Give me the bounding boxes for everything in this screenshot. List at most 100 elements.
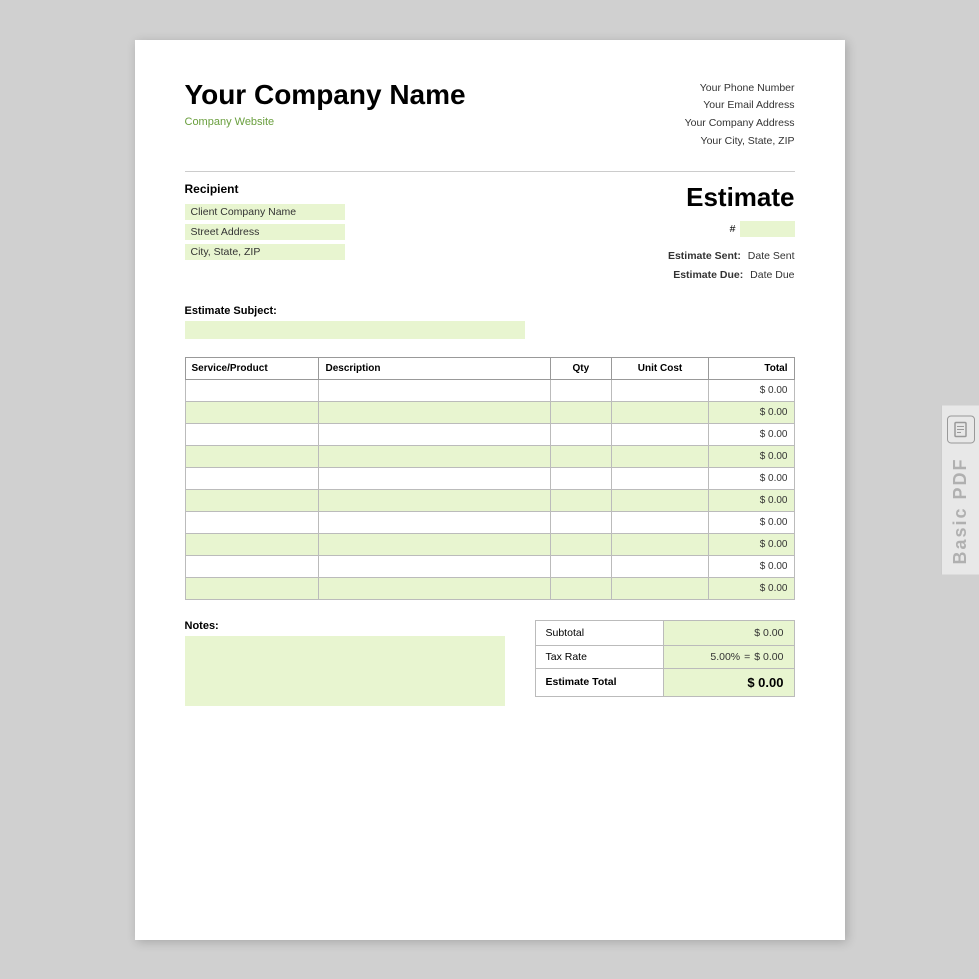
estimate-number-row: # [575,221,795,237]
unit-cost-cell[interactable] [611,401,708,423]
estimate-total-row: Estimate Total $ 0.00 [535,668,794,696]
unit-cost-cell[interactable] [611,555,708,577]
company-website: Company Website [185,116,466,128]
description-cell[interactable] [319,445,550,467]
notes-label: Notes: [185,620,505,632]
unit-cost-cell[interactable] [611,533,708,555]
total-cell: $ 0.00 [709,489,794,511]
tax-value: $ 0.00 [754,651,783,663]
notes-block: Notes: [185,620,505,706]
header-divider [185,171,795,172]
unit-cost-cell[interactable] [611,577,708,599]
table-row[interactable]: $ 0.00 [185,467,794,489]
estimate-total-value: $ 0.00 [663,668,794,696]
recipient-estimate-section: Recipient Client Company Name Street Add… [185,182,795,285]
service-cell[interactable] [185,445,319,467]
total-cell: $ 0.00 [709,511,794,533]
total-cell: $ 0.00 [709,379,794,401]
estimate-dates: Estimate Sent: Date Sent Estimate Due: D… [575,247,795,285]
service-cell[interactable] [185,423,319,445]
page-wrapper: Basic PDF Your Company Name Company Webs… [0,0,979,979]
city-state-zip-field[interactable]: City, State, ZIP [185,244,345,260]
qty-cell[interactable] [550,489,611,511]
service-cell[interactable] [185,555,319,577]
service-cell[interactable] [185,489,319,511]
unit-cost-cell[interactable] [611,467,708,489]
company-address: Your Company Address [685,115,795,133]
table-row[interactable]: $ 0.00 [185,379,794,401]
tax-equals: = [744,651,750,663]
side-tab-label: Basic PDF [950,457,971,564]
estimate-due-label: Estimate Due: [673,269,743,281]
table-row[interactable]: $ 0.00 [185,489,794,511]
service-cell[interactable] [185,533,319,555]
qty-cell[interactable] [550,401,611,423]
tax-rate-row: Tax Rate 5.00% = $ 0.00 [535,645,794,668]
table-row[interactable]: $ 0.00 [185,511,794,533]
table-row[interactable]: $ 0.00 [185,423,794,445]
col-qty: Qty [550,357,611,379]
estimate-total-label: Estimate Total [535,668,663,696]
subtotal-label: Subtotal [535,620,663,645]
client-name-field[interactable]: Client Company Name [185,204,345,220]
estimate-table: Service/Product Description Qty Unit Cos… [185,357,795,600]
col-unit-cost: Unit Cost [611,357,708,379]
qty-cell[interactable] [550,511,611,533]
recipient-block: Recipient Client Company Name Street Add… [185,182,575,262]
total-cell: $ 0.00 [709,555,794,577]
company-email: Your Email Address [685,97,795,115]
service-cell[interactable] [185,379,319,401]
total-cell: $ 0.00 [709,445,794,467]
estimate-title: Estimate [575,182,795,213]
estimate-number-field[interactable] [740,221,795,237]
description-cell[interactable] [319,489,550,511]
qty-cell[interactable] [550,379,611,401]
tax-rate-value: 5.00% = $ 0.00 [663,645,794,668]
qty-cell[interactable] [550,533,611,555]
table-row[interactable]: $ 0.00 [185,555,794,577]
col-description: Description [319,357,550,379]
document: Your Company Name Company Website Your P… [135,40,845,940]
street-address-field[interactable]: Street Address [185,224,345,240]
description-cell[interactable] [319,533,550,555]
estimate-sent-row: Estimate Sent: Date Sent [575,247,795,266]
qty-cell[interactable] [550,445,611,467]
unit-cost-cell[interactable] [611,511,708,533]
service-cell[interactable] [185,467,319,489]
unit-cost-cell[interactable] [611,445,708,467]
service-cell[interactable] [185,401,319,423]
qty-cell[interactable] [550,467,611,489]
header: Your Company Name Company Website Your P… [185,80,795,151]
table-row[interactable]: $ 0.00 [185,533,794,555]
service-cell[interactable] [185,577,319,599]
subtotal-row: Subtotal $ 0.00 [535,620,794,645]
table-row[interactable]: $ 0.00 [185,577,794,599]
description-cell[interactable] [319,401,550,423]
description-cell[interactable] [319,379,550,401]
subject-field[interactable] [185,321,525,339]
qty-cell[interactable] [550,555,611,577]
recipient-label: Recipient [185,182,575,196]
unit-cost-cell[interactable] [611,489,708,511]
description-cell[interactable] [319,555,550,577]
total-cell: $ 0.00 [709,533,794,555]
description-cell[interactable] [319,577,550,599]
qty-cell[interactable] [550,577,611,599]
company-phone: Your Phone Number [685,80,795,98]
service-cell[interactable] [185,511,319,533]
total-cell: $ 0.00 [709,401,794,423]
description-cell[interactable] [319,423,550,445]
notes-field[interactable] [185,636,505,706]
table-row[interactable]: $ 0.00 [185,445,794,467]
company-info-right: Your Phone Number Your Email Address You… [685,80,795,151]
qty-cell[interactable] [550,423,611,445]
table-row[interactable]: $ 0.00 [185,401,794,423]
unit-cost-cell[interactable] [611,379,708,401]
unit-cost-cell[interactable] [611,423,708,445]
description-cell[interactable] [319,467,550,489]
tax-rate-percent: 5.00% [710,651,740,663]
totals-table: Subtotal $ 0.00 Tax Rate 5.00% = $ 0.00 [535,620,795,697]
total-cell: $ 0.00 [709,467,794,489]
description-cell[interactable] [319,511,550,533]
estimate-due-value: Date Due [750,269,794,281]
